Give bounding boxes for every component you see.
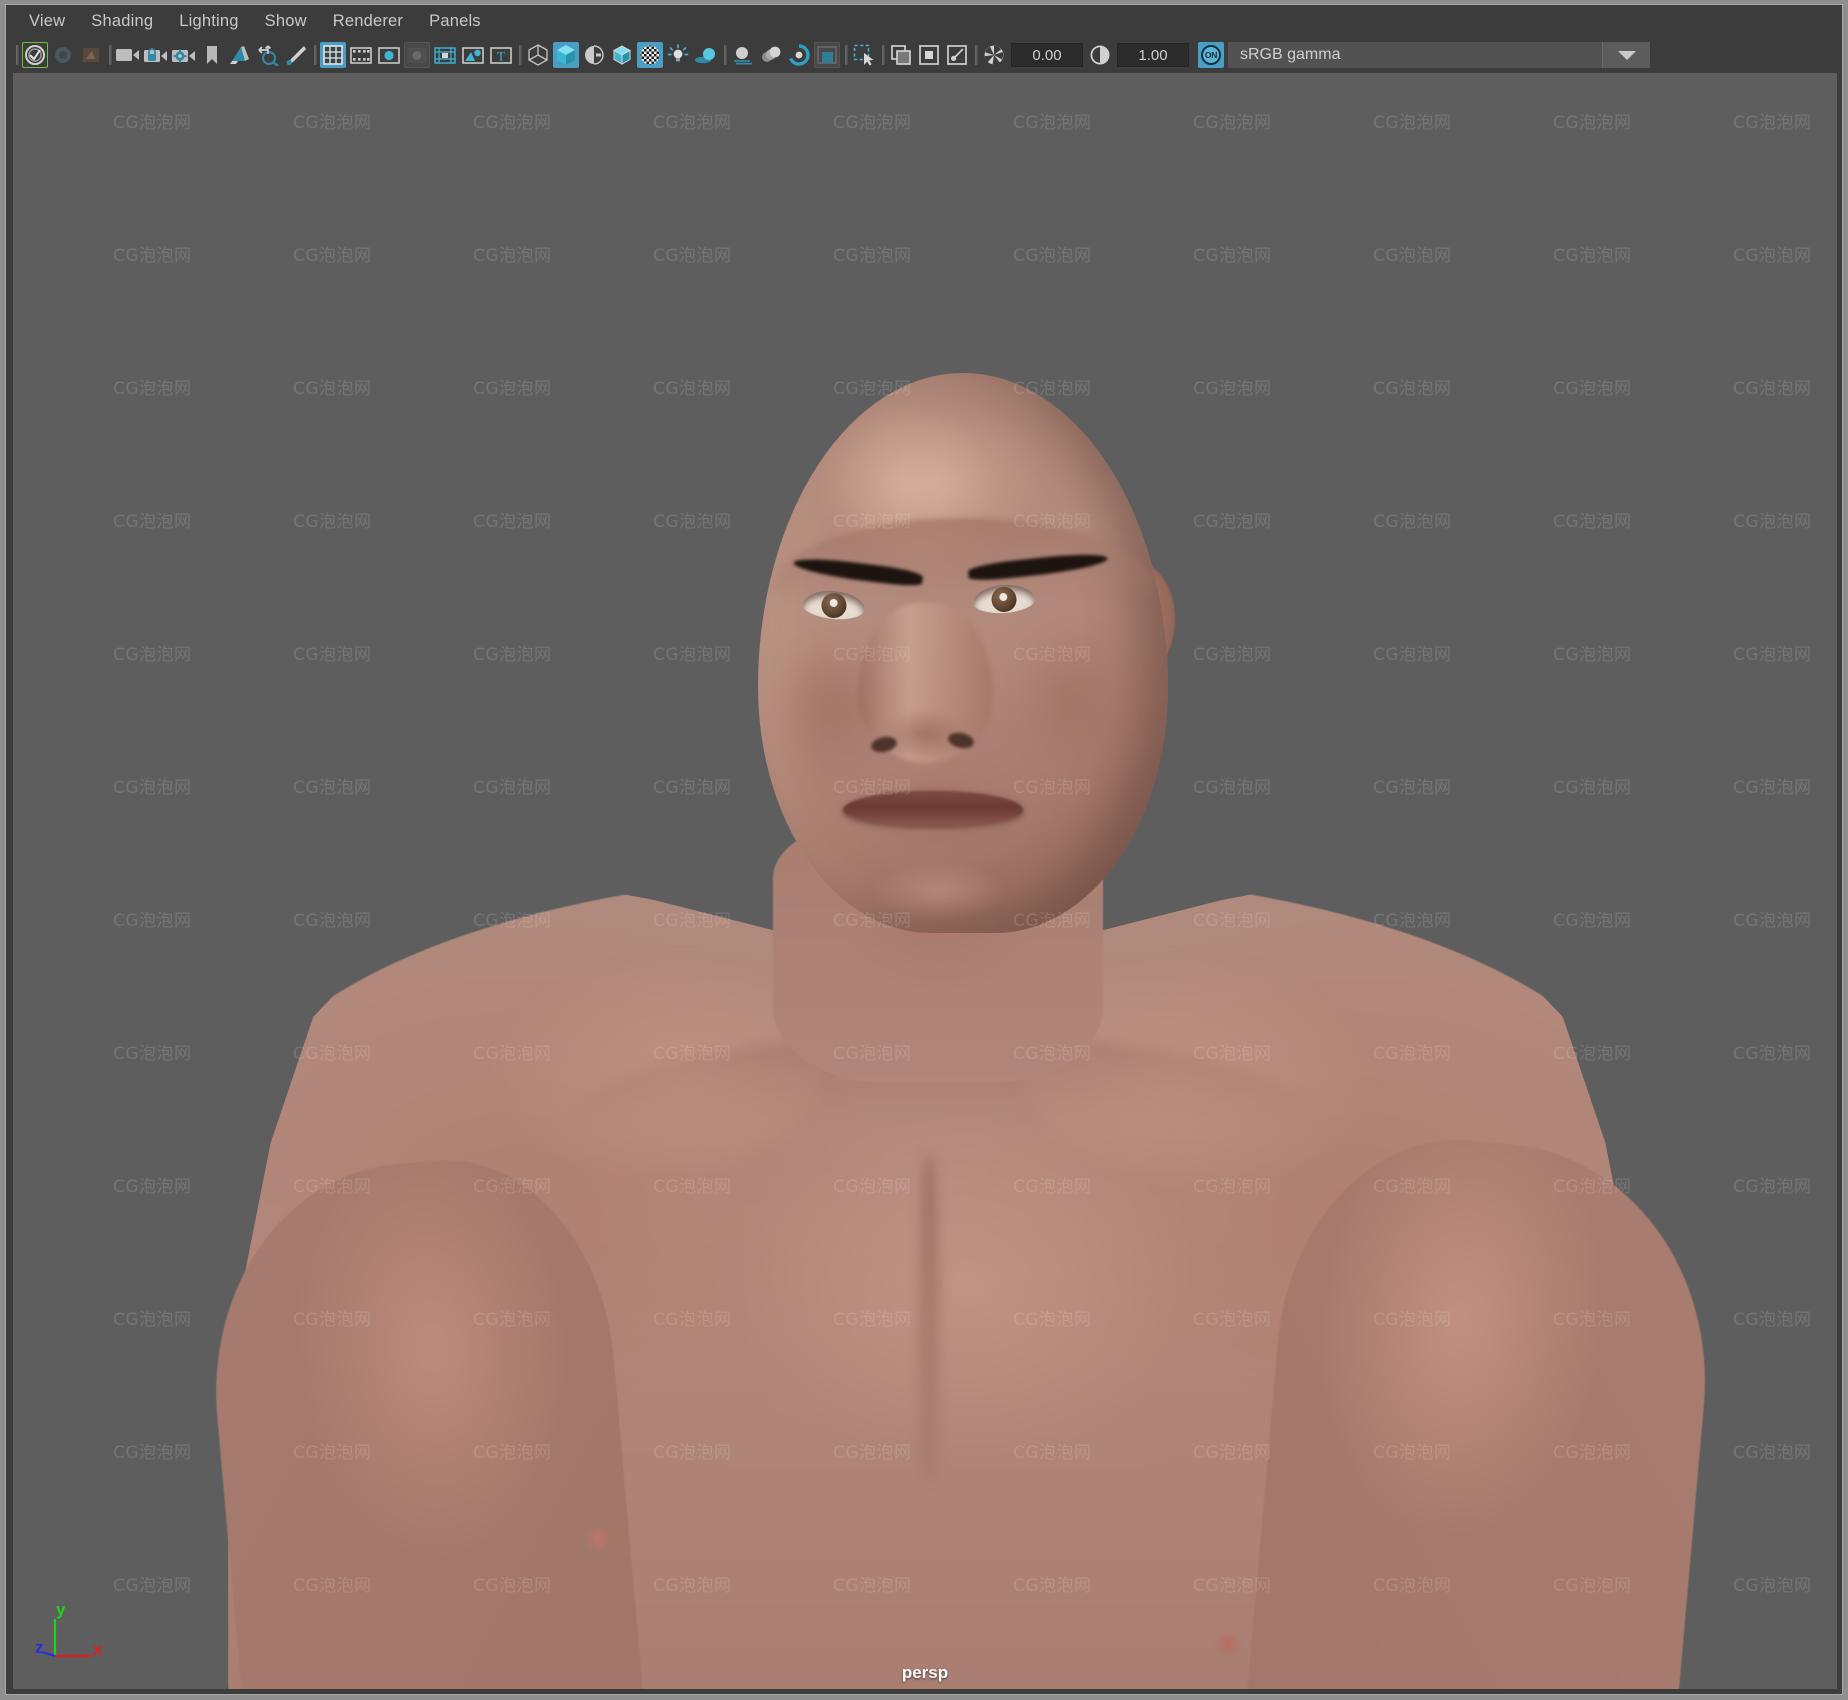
menu-show[interactable]: Show bbox=[252, 9, 320, 34]
character-mouth bbox=[843, 791, 1023, 825]
character-sternum bbox=[918, 1153, 940, 1483]
smooth-shade-selected-icon[interactable] bbox=[581, 42, 607, 68]
menu-shading[interactable]: Shading bbox=[78, 9, 166, 34]
motion-blur-icon[interactable] bbox=[758, 42, 784, 68]
toolbar-separator bbox=[841, 44, 850, 66]
color-space-value: sRGB gamma bbox=[1240, 46, 1341, 63]
multisample-aa-icon[interactable] bbox=[786, 42, 812, 68]
field-chart-icon[interactable] bbox=[432, 42, 458, 68]
screen-space-ao-icon[interactable] bbox=[730, 42, 756, 68]
character-right-cheek bbox=[1013, 625, 1133, 775]
camera-icon[interactable] bbox=[115, 42, 141, 68]
menu-panels[interactable]: Panels bbox=[416, 9, 494, 34]
maya-viewport-window: View Shading Lighting Show Renderer Pane… bbox=[0, 0, 1848, 1700]
camera-name-label: persp bbox=[901, 1663, 949, 1682]
color-space-dropdown[interactable]: sRGB gamma bbox=[1228, 42, 1602, 68]
toolbar-separator bbox=[515, 44, 524, 66]
bookmark-icon[interactable] bbox=[199, 42, 225, 68]
xray-icon[interactable] bbox=[888, 42, 914, 68]
shadows-icon[interactable] bbox=[693, 42, 719, 68]
toolbar-separator bbox=[12, 44, 21, 66]
gamma-icon[interactable] bbox=[1087, 42, 1113, 68]
character-render bbox=[13, 73, 1837, 1689]
toolbar-separator bbox=[878, 44, 887, 66]
wireframe-icon[interactable] bbox=[525, 42, 551, 68]
smooth-shade-all-icon[interactable] bbox=[553, 42, 579, 68]
select-camera-icon[interactable] bbox=[22, 42, 48, 68]
xray-joints-icon[interactable] bbox=[916, 42, 942, 68]
grease-pencil-icon[interactable] bbox=[283, 42, 309, 68]
viewport-toolbar: T 0.00 1.00 ON sRGB gamma bbox=[6, 38, 1842, 72]
menu-view[interactable]: View bbox=[16, 9, 78, 34]
lights-icon[interactable] bbox=[665, 42, 691, 68]
image-plane-icon[interactable] bbox=[227, 42, 253, 68]
color-space-dropdown-arrow[interactable] bbox=[1602, 42, 1650, 68]
menu-lighting[interactable]: Lighting bbox=[166, 9, 251, 34]
svg-text:T: T bbox=[497, 48, 505, 63]
axis-gizmo: y x z bbox=[35, 1600, 105, 1671]
two-d-pan-zoom-icon[interactable] bbox=[255, 42, 281, 68]
character-right-iris bbox=[990, 586, 1018, 613]
view-transform-toggle-label: ON bbox=[1201, 45, 1221, 65]
texture-icon[interactable] bbox=[637, 42, 663, 68]
viewport-menu-bar: View Shading Lighting Show Renderer Pane… bbox=[6, 5, 1842, 38]
safe-action-icon[interactable] bbox=[460, 42, 486, 68]
viewport-canvas[interactable]: CG泡泡网 CG泡泡网 CG泡泡网 CG泡泡网 CG泡泡网 CG泡泡网 CG泡泡网 CG泡泡网… bbox=[13, 73, 1837, 1689]
axis-label-z: z bbox=[35, 1638, 44, 1657]
character-right-nipple bbox=[1213, 1633, 1243, 1655]
exposure-icon[interactable] bbox=[981, 42, 1007, 68]
lock-camera-icon[interactable] bbox=[50, 42, 76, 68]
menu-renderer[interactable]: Renderer bbox=[320, 9, 416, 34]
camera-attributes-icon[interactable] bbox=[78, 42, 104, 68]
camera-settings-icon[interactable] bbox=[171, 42, 197, 68]
character-chin bbox=[843, 863, 1033, 943]
viewport-panel: View Shading Lighting Show Renderer Pane… bbox=[5, 4, 1843, 1695]
exposure-value-field[interactable]: 0.00 bbox=[1011, 43, 1083, 67]
wireframe-on-shaded-icon[interactable] bbox=[609, 42, 635, 68]
axis-label-x: x bbox=[93, 1640, 103, 1659]
chevron-down-icon bbox=[1617, 50, 1636, 60]
title-safe-icon[interactable]: T bbox=[488, 42, 514, 68]
axis-label-y: y bbox=[56, 1601, 66, 1619]
toolbar-separator bbox=[720, 44, 729, 66]
character-left-iris bbox=[820, 591, 848, 620]
gate-mask-icon[interactable] bbox=[404, 42, 430, 68]
film-gate-icon[interactable] bbox=[348, 42, 374, 68]
toolbar-separator bbox=[310, 44, 319, 66]
character-left-nipple bbox=[583, 1528, 613, 1550]
depth-of-field-icon[interactable] bbox=[814, 42, 840, 68]
resolution-gate-icon[interactable] bbox=[376, 42, 402, 68]
gamma-value-field[interactable]: 1.00 bbox=[1117, 43, 1189, 67]
xray-active-components-icon[interactable] bbox=[944, 42, 970, 68]
toolbar-separator bbox=[105, 44, 114, 66]
grid-icon[interactable] bbox=[320, 42, 346, 68]
isolate-select-icon[interactable] bbox=[851, 42, 877, 68]
view-transform-toggle[interactable]: ON bbox=[1198, 42, 1224, 68]
lock-camera-view-icon[interactable] bbox=[143, 42, 169, 68]
toolbar-separator bbox=[971, 44, 980, 66]
